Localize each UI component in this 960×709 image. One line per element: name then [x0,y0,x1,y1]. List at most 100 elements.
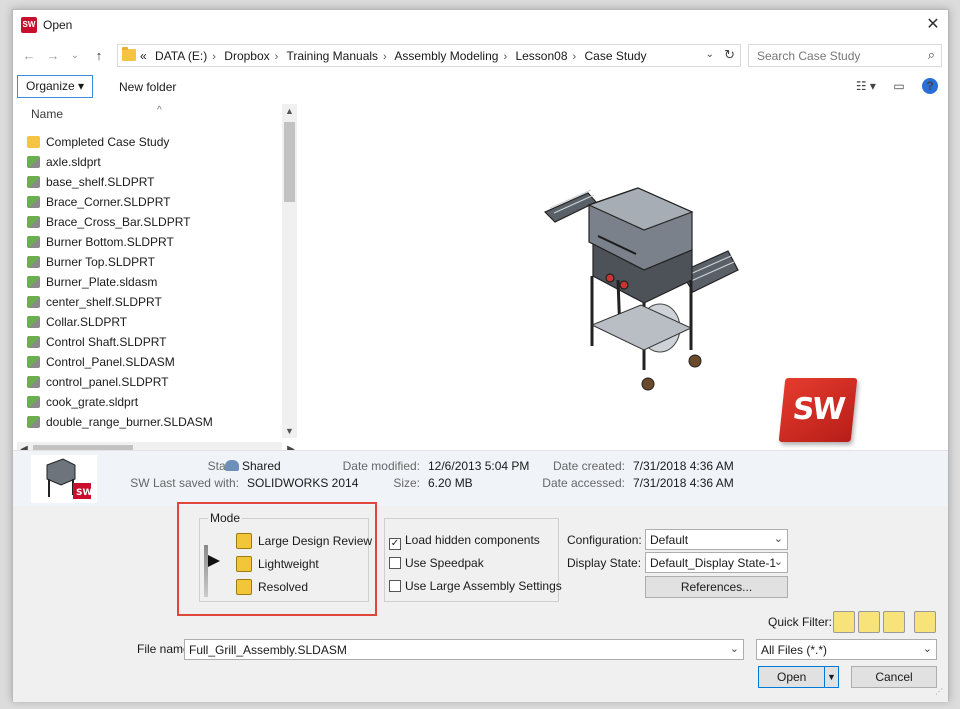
view-controls: ☷ ▾ ▭ ? [842,78,938,94]
address-bar[interactable]: « DATA (E:) › Dropbox › Training Manuals › … [117,44,741,67]
configuration-value: Default [650,533,689,547]
file-name-input[interactable]: Full_Grill_Assembly.SLDASM ⌄ [184,639,744,660]
filter-drawings-icon[interactable] [883,611,905,633]
list-item[interactable]: cook_grate.sldprt [27,392,213,412]
list-item[interactable]: Brace_Corner.SLDPRT [27,192,213,212]
checkbox-label: Use Large Assembly Settings [405,579,562,593]
checkbox-box[interactable] [389,557,401,569]
breadcrumb-separator-icon[interactable]: › [573,51,577,63]
use-large-assembly-settings-checkbox[interactable]: Use Large Assembly Settings [389,579,562,593]
search-input[interactable]: Search Case Study ⌕ [748,44,942,67]
checkbox-label: Use Speedpak [405,556,484,570]
list-item[interactable]: center_shelf.SLDPRT [27,292,213,312]
up-folder-icon[interactable]: ↑ [89,46,109,66]
breadcrumb: « DATA (E:) › Dropbox › Training Manuals › … [140,49,652,63]
list-item[interactable]: axle.sldprt [27,152,213,172]
folder-icon [122,47,136,61]
list-item[interactable]: control_panel.SLDPRT [27,372,213,392]
recent-locations-dropdown-icon[interactable]: ⌄ [65,46,85,66]
breadcrumb-item[interactable]: Dropbox [224,49,269,63]
breadcrumb-separator-icon[interactable]: › [212,51,216,63]
open-button[interactable]: Open ▼ [758,666,839,688]
list-item[interactable]: Control_Panel.SLDASM [27,352,213,372]
breadcrumb-separator-icon[interactable]: › [383,51,387,63]
filter-assemblies-icon[interactable] [858,611,880,633]
list-item[interactable]: Burner Bottom.SLDPRT [27,232,213,252]
part-file-icon [27,316,40,328]
open-options-dropdown-icon[interactable]: ▼ [824,667,838,687]
checkbox-box[interactable]: ✓ [389,538,401,550]
breadcrumb-overflow[interactable]: « [140,49,147,63]
scroll-down-icon[interactable]: ▼ [282,424,297,438]
preview-pane-icon[interactable]: ▭ [893,79,904,93]
list-item[interactable]: Brace_Cross_Bar.SLDPRT [27,212,213,232]
forward-arrow-icon[interactable]: → [43,46,63,66]
solidworks-app-icon: SW [21,17,37,33]
breadcrumb-item[interactable]: Assembly Modeling [394,49,498,63]
display-state-value: Default_Display State-1 [650,556,777,570]
refresh-icon[interactable]: ↻ [724,47,735,63]
organize-button[interactable]: Organize ▾ [17,75,94,98]
shared-users-icon [225,460,239,471]
references-button[interactable]: References... [645,576,788,598]
scroll-up-icon[interactable]: ▲ [282,104,297,118]
list-item[interactable]: base_shelf.SLDPRT [27,172,213,192]
file-type-select[interactable]: All Files (*.*) ⌄ [756,639,937,660]
cancel-button[interactable]: Cancel [851,666,937,688]
filter-top-level-assemblies-icon[interactable] [914,611,936,633]
configuration-select[interactable]: Default ⌄ [645,529,788,550]
list-item-label: Completed Case Study [46,135,170,149]
list-item[interactable]: Completed Case Study [27,132,213,152]
list-item-label: Brace_Cross_Bar.SLDPRT [46,215,191,229]
list-item[interactable]: double_range_burner.SLDASM [27,412,213,432]
file-rows: Completed Case Study axle.sldprt base_shel… [27,132,213,432]
resize-grip-icon[interactable]: ⋰ [935,687,945,697]
list-item[interactable]: Burner Top.SLDPRT [27,252,213,272]
highlight-annotation-box [177,502,377,616]
list-item[interactable]: Burner_Plate.sldasm [27,272,213,292]
part-file-icon [27,196,40,208]
breadcrumb-item[interactable]: Training Manuals [286,49,378,63]
display-state-select[interactable]: Default_Display State-1 ⌄ [645,552,788,573]
vertical-scrollbar[interactable]: ▲ ▼ [282,104,297,438]
list-item[interactable]: Collar.SLDPRT [27,312,213,332]
list-item-label: Collar.SLDPRT [46,315,128,329]
search-icon[interactable]: ⌕ [928,47,935,63]
search-placeholder: Search Case Study [757,49,861,63]
address-dropdown-icon[interactable]: ⌄ [706,49,714,60]
list-item-label: cook_grate.sldprt [46,395,139,409]
display-state-label: Display State: [567,556,642,570]
list-item-label: control_panel.SLDPRT [46,375,169,389]
date-modified-label: Date modified: [342,459,420,473]
breadcrumb-separator-icon[interactable]: › [503,51,507,63]
file-list: Name ^ Completed Case Study axle.sldprt ba… [17,100,297,457]
assembly-file-icon [27,416,40,428]
back-arrow-icon[interactable]: ← [19,46,39,66]
wheel [641,377,655,391]
preview-pane: SW [298,100,946,450]
help-icon[interactable]: ? [922,78,938,94]
list-item-label: base_shelf.SLDPRT [46,175,155,189]
state-value-text: Shared [242,459,281,473]
close-icon[interactable]: ✕ [922,14,944,36]
filter-parts-icon[interactable] [833,611,855,633]
load-hidden-components-checkbox[interactable]: ✓ Load hidden components [389,533,540,550]
breadcrumb-item[interactable]: Lesson08 [515,49,567,63]
breadcrumb-item[interactable]: Case Study [585,49,647,63]
change-view-icon[interactable]: ☷ ▾ [856,79,876,93]
list-item[interactable]: Control Shaft.SLDPRT [27,332,213,352]
chevron-down-icon[interactable]: ⌄ [730,642,739,655]
list-item-label: axle.sldprt [46,155,101,169]
use-speedpak-checkbox[interactable]: Use Speedpak [389,556,484,570]
breadcrumb-item[interactable]: DATA (E:) [155,49,207,63]
checkbox-box[interactable] [389,580,401,592]
column-header-name[interactable]: Name ^ [31,105,162,121]
list-item-label: Burner Bottom.SLDPRT [46,235,174,249]
details-pane: SW State: Shared SW Last saved with: SOL… [13,450,948,506]
size-label: Size: [393,476,420,490]
state-value: Shared [225,459,281,473]
breadcrumb-separator-icon[interactable]: › [275,51,279,63]
scroll-thumb[interactable] [284,122,295,202]
file-type-value: All Files (*.*) [761,643,828,657]
new-folder-button[interactable]: New folder [119,80,176,94]
